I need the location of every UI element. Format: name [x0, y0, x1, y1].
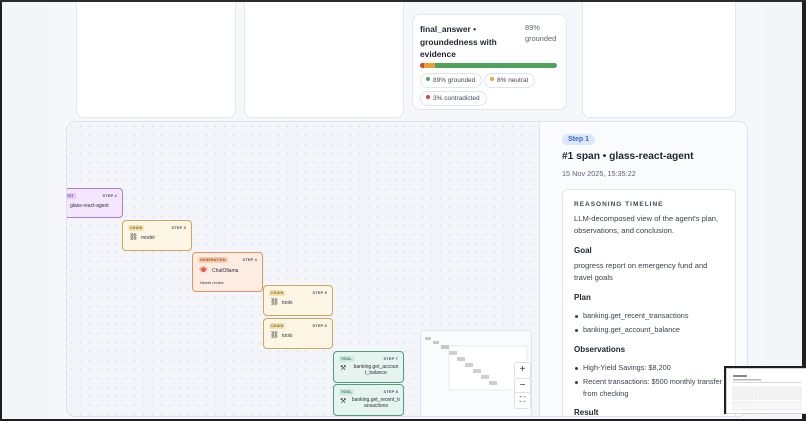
- trace-viewer-page: final_answer • groundedness with evidenc…: [2, 2, 802, 419]
- node-step-6[interactable]: CHAIN STEP 6 ⛓ tools: [263, 318, 333, 349]
- screen-preview-thumbnail[interactable]: [724, 366, 806, 414]
- chip-grounded: 89% grounded: [420, 73, 483, 88]
- red-dot-icon: [426, 95, 430, 100]
- thumb-card: [754, 386, 776, 400]
- chain-icon: ⛓: [129, 234, 138, 241]
- goal-heading: Goal: [574, 246, 592, 255]
- step-badge: Step 1: [562, 134, 596, 145]
- fit-view-button[interactable]: ⛶: [514, 392, 531, 409]
- observation-item: Recent transactions: $500 monthly transf…: [575, 376, 731, 400]
- chip-contradicted-label: 3% contradicted: [433, 95, 480, 102]
- chip-neutral: 8% neutral: [484, 73, 536, 88]
- thumb-panel: [732, 401, 802, 411]
- node-step-label: STEP 5: [312, 290, 327, 295]
- thumb-line: [733, 379, 761, 381]
- node-name: tools: [282, 333, 293, 339]
- thumb-line: [733, 382, 801, 383]
- goal-text: progress report on emergency fund and tr…: [574, 261, 708, 282]
- minimap-node: [433, 341, 439, 344]
- minimap-node: [449, 351, 457, 355]
- node-tag: CHAIN: [269, 290, 286, 296]
- node-tag: TOOL: [339, 356, 354, 362]
- chip-contradicted: 3% contradicted: [420, 91, 487, 106]
- chip-neutral-label: 8% neutral: [497, 77, 529, 84]
- summary-card-2: [244, 2, 404, 118]
- chip-grounded-label: 89% grounded: [433, 77, 476, 84]
- plan-heading: Plan: [574, 293, 591, 302]
- observation-item: High-Yield Savings: $8,200: [575, 362, 731, 374]
- content-area: final_answer • groundedness with evidenc…: [48, 2, 764, 419]
- node-step-2[interactable]: AGENT STEP 2 glass-react-agent: [67, 188, 123, 218]
- node-name: glass-react-agent: [70, 203, 109, 209]
- node-step-5[interactable]: CHAIN STEP 5 ⛓ tools: [263, 285, 333, 316]
- node-step-label: STEP 4: [242, 257, 257, 262]
- node-step-label: STEP 8: [383, 389, 398, 394]
- span-title: #1 span • glass-react-agent: [562, 151, 694, 162]
- node-name: tools: [282, 300, 293, 306]
- step-detail-pane: Step 1 #1 span • glass-react-agent 15 No…: [539, 122, 747, 417]
- minimap-node: [489, 381, 497, 385]
- tools-icon: ⚒: [340, 398, 347, 405]
- node-step-label: STEP 6: [312, 323, 327, 328]
- node-name: banking.get_recent_transactions: [351, 397, 401, 410]
- reasoning-intro: LLM-decomposed view of the agent's plan,…: [574, 214, 719, 235]
- needs-review-note: Needs review: [200, 280, 224, 285]
- groundedness-percent-value: 89%: [525, 23, 540, 32]
- minimap-node: [457, 357, 465, 361]
- green-dot-icon: [426, 77, 430, 82]
- groundedness-card: final_answer • groundedness with evidenc…: [412, 14, 567, 110]
- node-step-7[interactable]: TOOL STEP 7 ⚒ banking.get_account_balanc…: [333, 351, 404, 383]
- node-tag: AGENT: [67, 193, 76, 199]
- chain-icon: ⛓: [270, 299, 279, 306]
- plan-item: banking.get_recent_transactions: [575, 310, 731, 322]
- node-step-label: STEP 3: [171, 225, 186, 230]
- thumb-line: [733, 375, 747, 377]
- teapot-icon: 🫖: [199, 266, 208, 273]
- chain-icon: ⛓: [270, 332, 279, 339]
- groundedness-bar: [420, 63, 557, 68]
- reasoning-timeline-card: REASONING TIMELINE LLM-decomposed view o…: [562, 189, 736, 417]
- groundedness-percent: 89% grounded: [525, 23, 556, 44]
- node-step-label: STEP 2: [102, 193, 117, 198]
- orange-dot-icon: [490, 77, 494, 82]
- reasoning-heading: REASONING TIMELINE: [574, 201, 664, 208]
- minimap-node: [465, 363, 473, 367]
- groundedness-title: final_answer • groundedness with evidenc…: [420, 24, 497, 59]
- node-name: ChatOllama: [212, 268, 239, 274]
- thumbnail-content: [726, 368, 806, 414]
- node-tag: CHAIN: [128, 225, 145, 231]
- bar-neutral-segment: [424, 63, 436, 68]
- node-tag: TOOL: [339, 389, 354, 395]
- node-step-8[interactable]: TOOL STEP 8 ⚒ banking.get_recent_transac…: [333, 384, 404, 416]
- minimap-node: [473, 369, 481, 373]
- span-timestamp: 15 Nov 2025, 15:35:22: [562, 169, 636, 178]
- node-step-4[interactable]: GENERATION STEP 4 🫖 ChatOllama Needs rev…: [192, 252, 263, 292]
- zoom-in-button[interactable]: +: [514, 362, 531, 379]
- plan-item: banking.get_account_balance: [575, 324, 731, 336]
- node-tag: GENERATION: [198, 257, 228, 263]
- summary-card-1: [76, 2, 236, 118]
- minimap-node: [481, 375, 489, 379]
- tools-icon: ⚒: [340, 365, 347, 372]
- node-name: banking.get_account_balance: [353, 364, 399, 377]
- thumbnail-svg: [732, 375, 802, 411]
- node-tag: CHAIN: [269, 323, 286, 329]
- result-heading: Result: [574, 408, 599, 417]
- minimap-node: [441, 345, 449, 349]
- groundedness-percent-label: grounded: [525, 33, 557, 43]
- node-step-3[interactable]: CHAIN STEP 3 ⛓ model: [122, 220, 192, 251]
- summary-card-4: [582, 2, 736, 118]
- node-name: model: [141, 235, 155, 241]
- node-step-label: STEP 7: [383, 356, 398, 361]
- thumb-card: [776, 386, 802, 400]
- trace-panel: AGENT STEP 2 glass-react-agent CHAIN STE…: [66, 121, 748, 417]
- minimap-node: [425, 337, 431, 340]
- observations-heading: Observations: [574, 345, 626, 354]
- trace-graph-canvas[interactable]: AGENT STEP 2 glass-react-agent CHAIN STE…: [67, 122, 538, 416]
- thumb-card: [732, 386, 754, 400]
